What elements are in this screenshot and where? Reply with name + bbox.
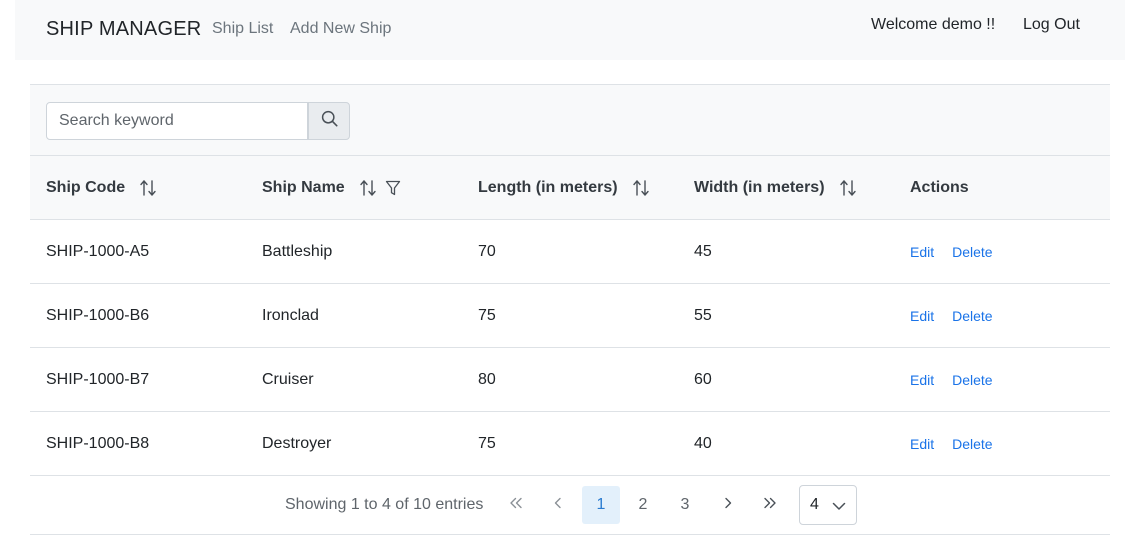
cell-actions: Edit Delete [910,220,1011,284]
cell-ship-code: SHIP-1000-B7 [46,371,150,388]
edit-button[interactable]: Edit [910,372,934,388]
column-label: Actions [910,179,969,196]
sort-icon[interactable] [839,179,857,197]
cell-ship-code: SHIP-1000-B8 [46,435,150,452]
table-toolbar [30,84,1110,156]
edit-button[interactable]: Edit [910,308,934,324]
delete-button[interactable]: Delete [952,436,992,452]
cell-length: 75 [478,435,496,452]
logout-link[interactable]: Log Out [1023,16,1080,34]
column-header-ship-name[interactable]: Ship Name [262,156,401,220]
navbar: SHIP MANAGER Ship List Add New Ship Welc… [15,0,1125,60]
column-label: Ship Name [262,179,345,196]
rows-per-page-value: 4 [810,496,819,513]
search-input[interactable] [46,102,308,140]
sort-icon[interactable] [632,179,650,197]
cell-ship-name: Cruiser [262,371,314,388]
welcome-text: Welcome demo !! [871,16,996,33]
double-chevron-right-icon [763,496,777,514]
cell-width: 60 [694,371,712,388]
nav-link-add-new-ship[interactable]: Add New Ship [290,20,391,38]
table-header: Ship Code Ship Name Length (in meters) W… [30,156,1110,220]
column-header-width[interactable]: Width (in meters) [694,156,857,220]
search-button[interactable] [308,102,350,140]
cell-width: 40 [694,435,712,452]
pagination-bar: Showing 1 to 4 of 10 entries 1 2 3 4 [30,476,1110,535]
edit-button[interactable]: Edit [910,436,934,452]
column-header-ship-code[interactable]: Ship Code [46,156,157,220]
edit-button[interactable]: Edit [910,244,934,260]
cell-length: 75 [478,307,496,324]
nav-link-ship-list[interactable]: Ship List [212,20,273,38]
chevron-left-icon [554,496,562,514]
page-button-2[interactable]: 2 [624,486,662,524]
chevron-right-icon [724,496,732,514]
table-row: SHIP-1000-A5 Battleship 70 45 Edit Delet… [30,220,1110,284]
table-row: SHIP-1000-B7 Cruiser 80 60 Edit Delete [30,348,1110,412]
cell-actions: Edit Delete [910,284,1011,348]
page-button-1[interactable]: 1 [582,486,620,524]
double-chevron-left-icon [509,496,523,514]
column-header-length[interactable]: Length (in meters) [478,156,650,220]
column-label: Ship Code [46,179,126,196]
ship-table-panel: Ship Code Ship Name Length (in meters) W… [30,84,1110,535]
delete-button[interactable]: Delete [952,244,992,260]
cell-actions: Edit Delete [910,412,1011,476]
cell-ship-name: Destroyer [262,435,332,452]
filter-icon[interactable] [385,180,401,197]
pagination-summary: Showing 1 to 4 of 10 entries [285,496,484,513]
column-header-actions: Actions [910,156,969,220]
prev-page-button[interactable] [539,486,577,524]
column-label: Width (in meters) [694,179,825,196]
cell-ship-code: SHIP-1000-A5 [46,243,150,260]
cell-length: 70 [478,243,496,260]
cell-ship-name: Battleship [262,243,333,260]
table-row: SHIP-1000-B6 Ironclad 75 55 Edit Delete [30,284,1110,348]
cell-width: 55 [694,307,712,324]
cell-ship-code: SHIP-1000-B6 [46,307,150,324]
cell-ship-name: Ironclad [262,307,319,324]
first-page-button[interactable] [497,486,535,524]
chevron-down-icon [832,498,846,516]
delete-button[interactable]: Delete [952,372,992,388]
next-page-button[interactable] [709,486,747,524]
brand-title[interactable]: SHIP MANAGER [46,18,201,41]
sort-icon[interactable] [139,179,157,197]
cell-actions: Edit Delete [910,348,1011,412]
last-page-button[interactable] [751,486,789,524]
rows-per-page-select[interactable]: 4 [799,485,857,525]
search-icon [321,110,338,132]
table-row: SHIP-1000-B8 Destroyer 75 40 Edit Delete [30,412,1110,476]
delete-button[interactable]: Delete [952,308,992,324]
cell-width: 45 [694,243,712,260]
cell-length: 80 [478,371,496,388]
page-button-3[interactable]: 3 [666,486,704,524]
sort-icon[interactable] [359,179,377,197]
column-label: Length (in meters) [478,179,618,196]
